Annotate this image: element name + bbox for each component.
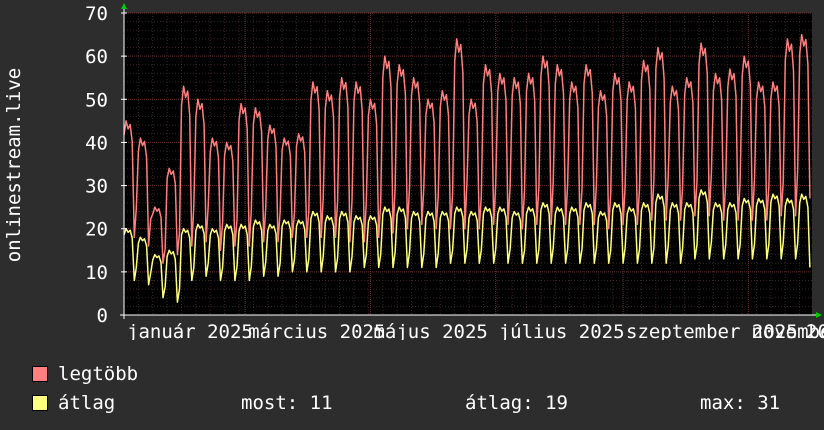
x-axis-arrow-icon (816, 312, 822, 318)
y-tick-label: 0 (97, 305, 108, 327)
x-tick-labels: január 2025március 2025május 2025 július … (127, 321, 824, 340)
y-tick-label: 10 (85, 262, 108, 284)
legend-item-atlag: átlag most: 11 átlag: 19 max: 31 (32, 392, 812, 414)
y-tick-label: 40 (85, 132, 108, 154)
y-tick-labels: 0 10 20 30 40 50 60 70 (85, 3, 108, 327)
y-axis-arrow-icon (121, 3, 127, 9)
x-tick-label: január 2025 (127, 321, 253, 340)
x-tick-label-cut: 20 (806, 321, 824, 340)
y-tick-label: 30 (85, 176, 108, 198)
legend-swatch-atlag (32, 395, 48, 411)
legend-label-atlag: átlag (58, 392, 116, 414)
x-tick-label: július 2025 (499, 321, 625, 340)
legend-label-legtobb: legtöbb (58, 363, 139, 385)
y-tick-label: 20 (85, 219, 108, 241)
chart: 0 10 20 30 40 50 60 70 január 2025március 2025m… (3, 3, 824, 340)
legend-swatch-legtobb (32, 366, 48, 382)
y-tick-label: 60 (85, 46, 108, 68)
stat-atlag: átlag: 19 (465, 392, 568, 414)
x-tick-label: május 2025 (373, 321, 487, 340)
stat-most: most: 11 (241, 392, 333, 414)
y-tick-label: 50 (85, 89, 108, 111)
x-tick-label: március 2025 (248, 321, 385, 340)
y-axis-label: onlinestream.live (3, 68, 25, 262)
y-tick-label: 70 (85, 3, 108, 25)
stat-max: max: 31 (700, 392, 781, 414)
